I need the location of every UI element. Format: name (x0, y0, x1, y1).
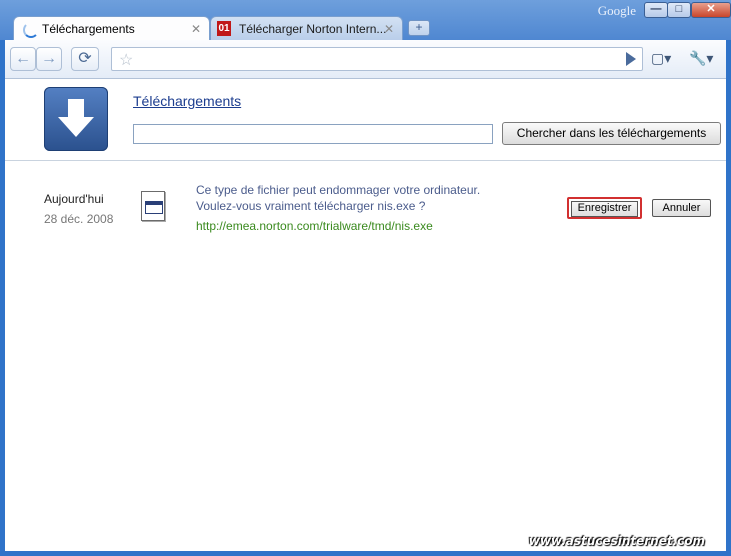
back-button[interactable]: ← (10, 47, 36, 71)
new-tab-button[interactable]: + (408, 20, 430, 36)
downloads-page: Téléchargements Chercher dans les téléch… (5, 79, 726, 551)
download-day-label: Aujourd'hui (44, 192, 104, 206)
tools-wrench-icon[interactable]: 🔧▾ (689, 50, 713, 67)
address-input[interactable] (112, 48, 642, 68)
download-url[interactable]: http://emea.norton.com/trialware/tmd/nis… (196, 219, 433, 233)
browser-window: Google — □ ✕ Téléchargements ✕ 01 Téléch… (0, 0, 731, 556)
warning-line-2: Voulez-vous vraiment télécharger nis.exe… (196, 199, 426, 213)
address-bar[interactable]: ☆ (111, 47, 643, 71)
tab-downloads[interactable]: Téléchargements ✕ (13, 16, 210, 41)
go-arrow-icon[interactable] (626, 52, 636, 66)
watermark-text: www.astucesinternet.com (528, 534, 705, 548)
tab-label: Téléchargements (42, 22, 135, 36)
bookmark-star-icon[interactable]: ☆ (119, 50, 133, 70)
close-window-button[interactable]: ✕ (691, 2, 731, 18)
save-button[interactable]: Enregistrer (567, 197, 642, 219)
search-downloads-input[interactable] (133, 124, 493, 144)
download-date-label: 28 déc. 2008 (44, 212, 114, 226)
forward-button[interactable]: → (36, 47, 62, 71)
danger-warning: Ce type de fichier peut endommager votre… (196, 182, 480, 214)
close-tab-icon[interactable]: ✕ (384, 22, 394, 36)
exe-file-icon (141, 191, 165, 221)
cancel-button[interactable]: Annuler (652, 199, 711, 217)
reload-button[interactable]: ⟳ (71, 47, 99, 71)
loading-spinner-icon (23, 22, 39, 38)
downloads-arrow-icon (44, 87, 108, 151)
maximize-button[interactable]: □ (667, 2, 691, 18)
close-tab-icon[interactable]: ✕ (191, 22, 201, 36)
tab-label: Télécharger Norton Intern... (239, 22, 387, 36)
header-divider (5, 160, 726, 161)
save-button-label[interactable]: Enregistrer (571, 201, 638, 217)
page-menu-icon[interactable]: ▢▾ (651, 50, 671, 67)
01net-favicon-icon: 01 (217, 21, 231, 36)
toolbar: ← → ⟳ ☆ ▢▾ 🔧▾ (5, 40, 726, 79)
minimize-button[interactable]: — (644, 2, 668, 18)
search-downloads-button[interactable]: Chercher dans les téléchargements (502, 122, 721, 145)
warning-line-1: Ce type de fichier peut endommager votre… (196, 183, 481, 197)
title-bar: Google — □ ✕ Téléchargements ✕ 01 Téléch… (0, 0, 731, 41)
page-title-link[interactable]: Téléchargements (133, 93, 241, 109)
tab-norton[interactable]: 01 Télécharger Norton Intern... ✕ (210, 16, 403, 41)
google-brand-label: Google (597, 3, 636, 18)
